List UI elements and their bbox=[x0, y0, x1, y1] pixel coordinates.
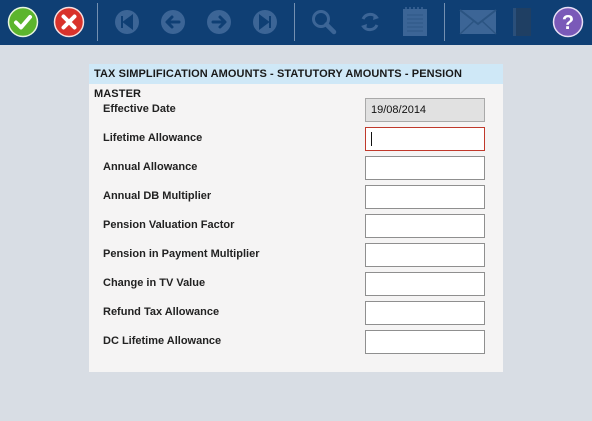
previous-record-button[interactable] bbox=[157, 6, 189, 38]
help-icon: ? bbox=[552, 6, 584, 38]
pension-in-payment-multiplier-input[interactable] bbox=[365, 243, 485, 267]
pension-valuation-factor-input[interactable] bbox=[365, 214, 485, 238]
svg-text:?: ? bbox=[562, 12, 574, 34]
annual-db-multiplier-input[interactable] bbox=[365, 185, 485, 209]
field-label: Effective Date bbox=[103, 103, 176, 115]
pension-master-panel: TAX SIMPLIFICATION AMOUNTS - STATUTORY A… bbox=[89, 64, 503, 372]
field-row-dc-lifetime-allowance: DC Lifetime Allowance bbox=[89, 330, 503, 354]
refund-tax-allowance-input[interactable] bbox=[365, 301, 485, 325]
field-row-annual-allowance: Annual Allowance bbox=[89, 156, 503, 180]
cancel-button[interactable] bbox=[53, 6, 85, 38]
lifetime-allowance-input[interactable] bbox=[365, 127, 485, 151]
field-label: Lifetime Allowance bbox=[103, 132, 203, 144]
toolbar-separator bbox=[97, 3, 98, 41]
field-label: DC Lifetime Allowance bbox=[103, 335, 222, 347]
field-row-annual-db-multiplier: Annual DB Multiplier bbox=[89, 185, 503, 209]
field-label: Change in TV Value bbox=[103, 277, 206, 289]
refresh-icon bbox=[361, 12, 379, 32]
skip-first-icon bbox=[115, 10, 139, 34]
search-button[interactable] bbox=[308, 6, 340, 38]
skip-last-icon bbox=[253, 10, 277, 34]
field-row-pension-in-payment-multiplier: Pension in Payment Multiplier bbox=[89, 243, 503, 267]
field-label: Pension in Payment Multiplier bbox=[103, 248, 260, 260]
next-record-button[interactable] bbox=[203, 6, 235, 38]
text-caret bbox=[371, 132, 372, 146]
panel-title: TAX SIMPLIFICATION AMOUNTS - STATUTORY A… bbox=[89, 64, 503, 100]
first-record-button[interactable] bbox=[111, 6, 143, 38]
save-button[interactable] bbox=[7, 6, 39, 38]
toolbar: ? bbox=[0, 0, 592, 45]
annual-allowance-input[interactable] bbox=[365, 156, 485, 180]
field-row-change-in-tv-value: Change in TV Value bbox=[89, 272, 503, 296]
change-in-tv-value-input[interactable] bbox=[365, 272, 485, 296]
refresh-button[interactable] bbox=[354, 6, 386, 38]
notepad-icon bbox=[403, 7, 427, 36]
field-label: Refund Tax Allowance bbox=[103, 306, 220, 318]
field-label: Annual DB Multiplier bbox=[103, 190, 212, 202]
arrow-left-icon bbox=[161, 10, 185, 34]
notes-button[interactable] bbox=[399, 6, 431, 38]
book-icon bbox=[513, 8, 531, 36]
field-row-refund-tax-allowance: Refund Tax Allowance bbox=[89, 301, 503, 325]
field-row-lifetime-allowance: Lifetime Allowance bbox=[89, 127, 503, 151]
toolbar-separator bbox=[444, 3, 445, 41]
field-row-pension-valuation-factor: Pension Valuation Factor bbox=[89, 214, 503, 238]
checkmark-icon bbox=[7, 6, 39, 38]
arrow-right-icon bbox=[207, 10, 231, 34]
effective-date-input[interactable] bbox=[365, 98, 485, 122]
toolbar-separator bbox=[294, 3, 295, 41]
book-button[interactable] bbox=[506, 6, 538, 38]
close-icon bbox=[53, 6, 85, 38]
field-label: Annual Allowance bbox=[103, 161, 198, 173]
dc-lifetime-allowance-input[interactable] bbox=[365, 330, 485, 354]
email-button[interactable] bbox=[459, 6, 497, 38]
envelope-icon bbox=[459, 9, 497, 35]
help-button[interactable]: ? bbox=[552, 6, 584, 38]
magnifier-icon bbox=[312, 10, 337, 35]
field-label: Pension Valuation Factor bbox=[103, 219, 235, 231]
last-record-button[interactable] bbox=[249, 6, 281, 38]
field-row-effective-date: Effective Date bbox=[89, 98, 503, 122]
